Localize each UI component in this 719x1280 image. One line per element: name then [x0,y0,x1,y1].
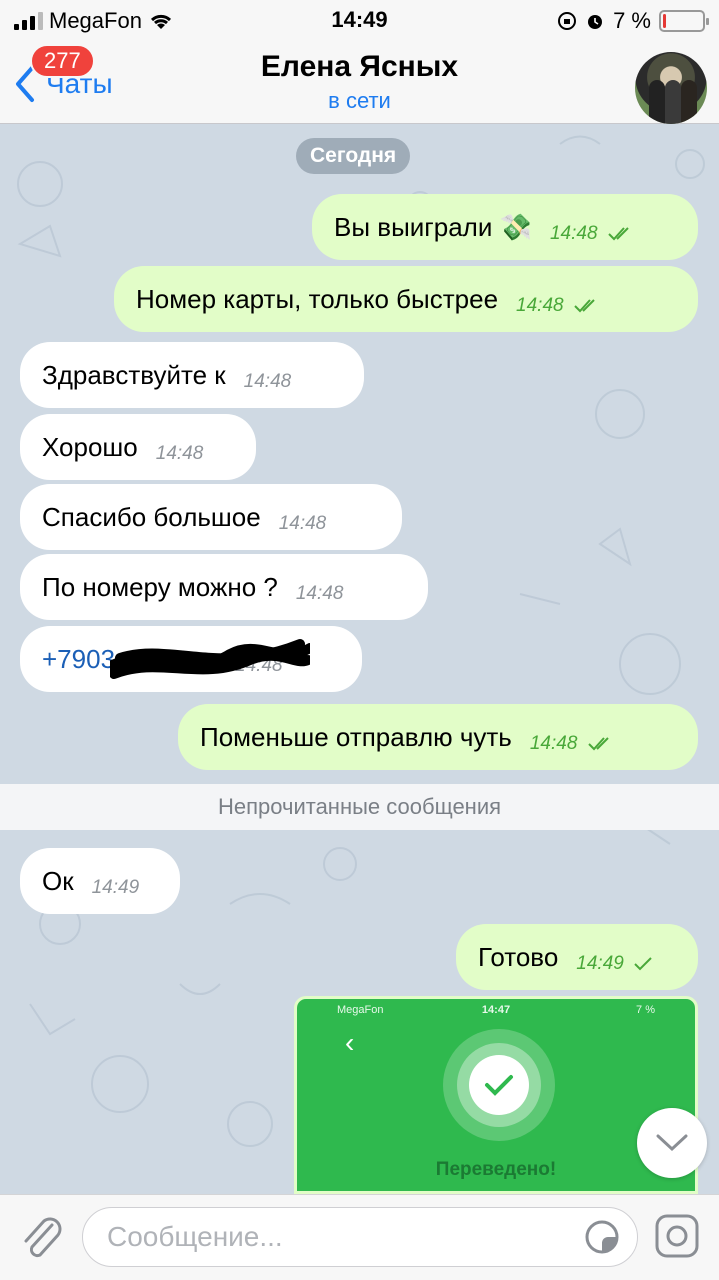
message-text: Поменьше отправлю чуть [200,721,512,752]
image-message[interactable]: MegaFon 14:47 7 % ‹ Переведено! [294,996,698,1194]
sticker-icon[interactable] [584,1219,620,1255]
date-separator: Сегодня [296,138,411,174]
message-incoming[interactable]: +7903 14:48 [20,626,362,692]
message-list[interactable]: Сегодня Вы выиграли 💸 14:48 Номер карты,… [0,124,719,1194]
message-time: 14:48 [243,371,292,392]
message-text: Здравствуйте к [42,359,226,390]
message-outgoing[interactable]: Вы выиграли 💸 14:48 [312,194,698,260]
message-time: 14:48 [530,733,615,755]
message-time-label: 14:49 [576,953,624,974]
transfer-status: Переведено! [435,1159,557,1180]
rotation-lock-icon [558,12,577,30]
chevron-down-icon [656,1134,688,1152]
checkmark-icon [469,1055,529,1115]
online-status: в сети [328,88,391,113]
phone-link[interactable]: +7903 [42,644,115,675]
avatar[interactable] [635,52,707,124]
double-check-icon [608,227,629,241]
message-incoming[interactable]: Спасибо большое 14:48 [20,484,402,550]
alarm-icon [588,15,603,29]
message-time: 14:49 [91,877,140,898]
chat-title[interactable]: Елена Ясных [0,50,719,84]
chevron-left-icon: ‹ [345,1027,355,1058]
battery-percent: 7 % [613,8,651,33]
message-outgoing[interactable]: Номер карты, только быстрее 14:48 [114,266,698,332]
double-check-icon [587,737,609,751]
message-time-label: 14:48 [529,733,578,754]
message-time: 14:48 [295,583,344,604]
unread-divider: Непрочитанные сообщения [0,784,719,830]
message-time: 14:49 [576,953,655,975]
message-time-label: 14:48 [549,223,598,244]
message-time-label: 14:48 [516,295,564,316]
message-time: 14:48 [278,513,327,534]
message-incoming[interactable]: Здравствуйте к 14:48 [20,342,364,408]
message-incoming[interactable]: Хорошо 14:48 [20,414,256,480]
message-incoming[interactable]: По номеру можно ? 14:48 [20,554,428,620]
status-bar: MegaFon 14:49 7 % [0,0,719,40]
battery-level [663,14,667,28]
check-icon [634,957,652,971]
battery-icon [659,10,709,32]
double-check-icon [574,299,595,313]
redaction-scribble [110,639,310,679]
message-text: Вы выиграли 💸 [334,211,532,242]
message-time: 14:48 [550,223,635,245]
message-outgoing[interactable]: Готово 14:49 [456,924,698,990]
composer: Сообщение... [0,1194,719,1280]
message-text: Хорошо [42,431,138,462]
message-text: Ок [42,865,74,896]
message-text: Готово [478,941,559,972]
message-time: 14:48 [155,443,204,464]
message-time: 14:48 [516,295,601,317]
message-input[interactable]: Сообщение... [82,1207,638,1267]
camera-icon[interactable] [654,1213,700,1259]
status-right: 7 % [557,8,709,34]
chat-header: Чаты 277 Елена Ясных в сети [0,40,719,124]
image-status-bar: MegaFon 14:47 7 % [297,999,695,1021]
message-text: Спасибо большое [42,501,261,532]
message-outgoing[interactable]: Поменьше отправлю чуть 14:48 [178,704,698,770]
message-text: Номер карты, только быстрее [136,283,499,314]
paperclip-icon[interactable] [18,1213,64,1263]
image-battery: 7 % [636,1004,655,1016]
message-placeholder: Сообщение... [107,1221,283,1252]
scroll-down-button[interactable] [637,1108,707,1178]
message-incoming[interactable]: Ок 14:49 [20,848,180,914]
message-text: По номеру можно ? [42,571,278,602]
